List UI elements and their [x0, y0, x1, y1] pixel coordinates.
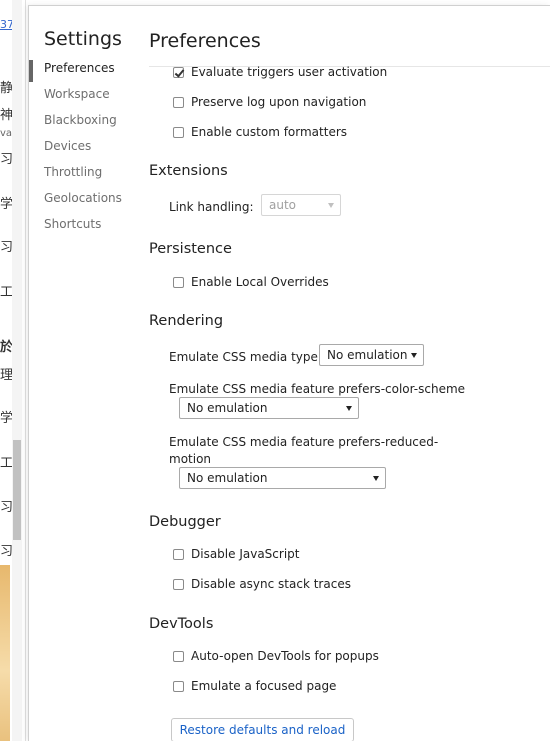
background-scrollbar[interactable] [12, 0, 22, 741]
settings-title: Settings [44, 28, 122, 50]
emulate-media-type-select[interactable]: No emulation [319, 344, 424, 366]
checkbox-label: Enable Local Overrides [191, 275, 329, 289]
restore-defaults-button[interactable]: Restore defaults and reload [171, 718, 354, 741]
background-glyph: 工 [0, 456, 12, 471]
background-image [0, 565, 10, 741]
checkbox-icon[interactable] [173, 96, 184, 108]
emulate-focused-page-checkbox[interactable]: Emulate a focused page [173, 679, 336, 693]
sidebar-item-shortcuts[interactable]: Shortcuts [44, 217, 101, 231]
media-type-value: No emulation [327, 348, 408, 362]
sidebar-item-geolocations[interactable]: Geolocations [44, 191, 122, 205]
page-title: Preferences [149, 30, 261, 52]
sidebar-item-throttling[interactable]: Throttling [44, 165, 102, 179]
enable-custom-formatters-checkbox[interactable]: Enable custom formatters [173, 125, 347, 139]
background-glyph: 学 [0, 411, 12, 426]
checkbox-icon[interactable] [173, 276, 184, 288]
background-glyph: 习 [0, 152, 12, 167]
link-handling-label: Link handling: [169, 200, 254, 214]
section-title-debugger: Debugger [149, 514, 221, 530]
sidebar-item-workspace[interactable]: Workspace [44, 87, 110, 101]
background-glyph: 理 [0, 368, 12, 383]
settings-dialog: Settings Preferences Workspace Blackboxi… [28, 5, 550, 741]
preserve-log-checkbox[interactable]: Preserve log upon navigation [173, 95, 366, 109]
sidebar-item-devices[interactable]: Devices [44, 139, 91, 153]
active-indicator [29, 60, 33, 82]
chevron-down-icon [373, 476, 379, 481]
checkbox-label: Disable JavaScript [191, 547, 300, 561]
background-glyph: 习 [0, 544, 12, 559]
enable-local-overrides-checkbox[interactable]: Enable Local Overrides [173, 275, 329, 289]
checkbox-label: Disable async stack traces [191, 577, 351, 591]
prefers-reduced-motion-select[interactable]: No emulation [179, 467, 386, 489]
chevron-down-icon [328, 203, 334, 208]
background-glyph: 静 [0, 81, 12, 96]
background-glyph: 神 [0, 108, 12, 123]
link-handling-value: auto [269, 198, 297, 212]
background-glyph: va [0, 128, 12, 139]
background-glyph: 习 [0, 240, 12, 255]
background-page: 37 静 神 va 习 学 习 工 於 理 学 工 习 习 [0, 0, 26, 741]
background-glyph: 学 [0, 197, 12, 212]
sidebar-item-preferences[interactable]: Preferences [44, 61, 115, 75]
prefers-color-scheme-select[interactable]: No emulation [179, 397, 359, 419]
checkbox-icon[interactable] [173, 578, 184, 590]
section-title-persistence: Persistence [149, 241, 232, 257]
settings-main: Preferences Evaluate triggers user activ… [149, 6, 550, 741]
checkbox-icon[interactable] [173, 650, 184, 662]
chevron-down-icon [346, 406, 352, 411]
prefers-color-scheme-label: Emulate CSS media feature prefers-color-… [169, 382, 466, 396]
section-title-extensions: Extensions [149, 163, 228, 179]
link-handling-select[interactable]: auto [261, 194, 341, 216]
disable-async-stack-traces-checkbox[interactable]: Disable async stack traces [173, 577, 351, 591]
reduced-motion-value: No emulation [187, 471, 268, 485]
evaluate-triggers-user-activation-checkbox[interactable]: Evaluate triggers user activation [173, 65, 387, 79]
checkbox-icon[interactable] [173, 548, 184, 560]
color-scheme-value: No emulation [187, 401, 268, 415]
prefers-reduced-motion-label-line1: Emulate CSS media feature prefers-reduce… [169, 435, 439, 449]
checkbox-checked-icon[interactable] [173, 66, 184, 78]
checkbox-label: Preserve log upon navigation [191, 95, 367, 109]
emulate-media-type-label: Emulate CSS media type [169, 350, 318, 364]
checkbox-label: Auto-open DevTools for popups [191, 649, 379, 663]
checkbox-label: Emulate a focused page [191, 679, 337, 693]
disable-javascript-checkbox[interactable]: Disable JavaScript [173, 547, 299, 561]
prefers-reduced-motion-label-line2: motion [169, 452, 212, 466]
section-title-devtools: DevTools [149, 616, 214, 632]
checkbox-icon[interactable] [173, 126, 184, 138]
background-scrollbar-thumb[interactable] [13, 440, 21, 540]
section-title-rendering: Rendering [149, 313, 224, 329]
background-glyph: 工 [0, 285, 12, 300]
background-glyph: 於 [0, 340, 12, 355]
background-glyph: 习 [0, 500, 12, 515]
sidebar-item-blackboxing[interactable]: Blackboxing [44, 113, 117, 127]
settings-sidebar: Settings Preferences Workspace Blackboxi… [29, 6, 141, 741]
auto-open-devtools-checkbox[interactable]: Auto-open DevTools for popups [173, 649, 379, 663]
checkbox-label: Evaluate triggers user activation [191, 65, 388, 79]
checkbox-label: Enable custom formatters [191, 125, 348, 139]
checkbox-icon[interactable] [173, 680, 184, 692]
chevron-down-icon [411, 353, 417, 358]
